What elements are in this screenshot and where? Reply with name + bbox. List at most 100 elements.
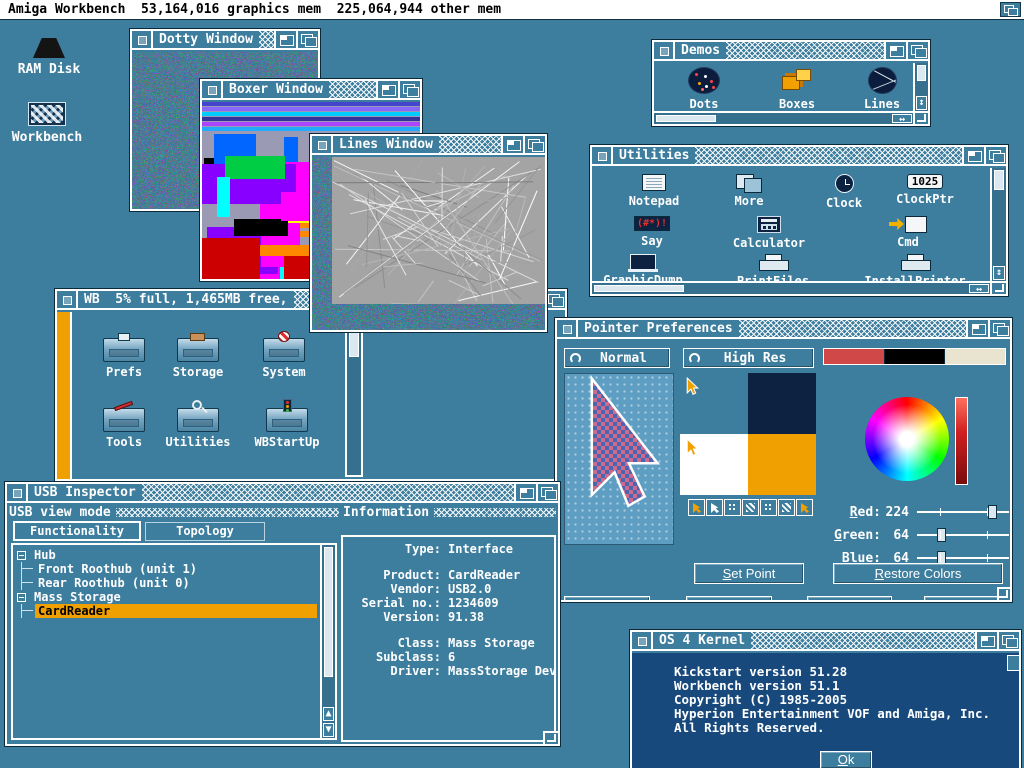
resize-gadget-icon[interactable] (913, 111, 928, 124)
ok-button[interactable]: Ok (820, 751, 872, 768)
vertical-scroll-arrows-icon[interactable]: ↕ (993, 266, 1005, 280)
left-scroll-fill-bar[interactable] (57, 312, 72, 479)
tree-item-front-roothub[interactable]: Front Roothub (unit 1) (13, 562, 335, 576)
close-gadget-icon[interactable] (202, 81, 223, 98)
iconify-gadget-icon[interactable] (1007, 655, 1019, 671)
scroll-up-arrow-icon[interactable]: ▲ (323, 707, 334, 721)
tree-item-hub[interactable]: Hub (13, 548, 335, 562)
color-wheel[interactable] (865, 397, 949, 481)
zoom-gadget-icon[interactable] (376, 81, 398, 98)
palette-red-swatch[interactable] (824, 349, 885, 364)
pointer-tool-button-2[interactable] (706, 499, 723, 516)
wb-icon-system[interactable]: System (245, 330, 323, 379)
zoom-gadget-icon[interactable] (884, 42, 906, 59)
red-slider-thumb[interactable] (988, 505, 997, 519)
palette-cream-swatch[interactable] (945, 349, 1005, 364)
titlebar-drag-area[interactable] (695, 147, 962, 164)
demos-icon-dots[interactable]: Dots (669, 67, 739, 111)
cancel-button[interactable]: Cancel (924, 596, 1008, 600)
depth-gadget-icon[interactable] (398, 81, 420, 98)
pointer-edit-canvas[interactable] (564, 373, 674, 545)
tab-high-res[interactable]: High Res (683, 348, 814, 368)
zoom-gadget-icon[interactable] (966, 320, 988, 337)
tree-item-cardreader[interactable]: CardReader (13, 604, 335, 618)
vertical-scrollbar[interactable]: ↕ (990, 168, 1006, 281)
palette-strip[interactable] (823, 348, 1006, 365)
titlebar-drag-area[interactable] (259, 31, 274, 48)
pointer-tool-button-5[interactable] (760, 499, 777, 516)
utilities-icon-clockptr[interactable]: 1025 ClockPtr (879, 174, 971, 206)
pointer-titlebar[interactable]: Pointer Preferences (557, 320, 1010, 339)
titlebar-drag-area[interactable] (726, 42, 884, 59)
vertical-scrollbar[interactable] (345, 326, 363, 477)
demos-icon-lines[interactable]: Lines (852, 67, 912, 111)
color-intensity-slider[interactable] (955, 397, 968, 485)
vertical-scroll-thumb[interactable] (349, 331, 359, 357)
close-gadget-icon[interactable] (7, 484, 28, 501)
tree-item-rear-roothub[interactable]: Rear Roothub (unit 0) (13, 576, 335, 590)
depth-gadget-icon[interactable] (997, 632, 1019, 649)
vertical-scroll-thumb[interactable] (324, 547, 333, 677)
titlebar-drag-area[interactable] (739, 320, 966, 337)
dotty-titlebar[interactable]: Dotty Window (132, 31, 318, 50)
close-gadget-icon[interactable] (592, 147, 613, 164)
utilities-icon-more[interactable]: More (704, 174, 794, 208)
palette-black-swatch[interactable] (885, 349, 946, 364)
depth-gadget-icon[interactable] (906, 42, 928, 59)
save-button[interactable]: Save (564, 596, 650, 600)
test-button[interactable]: Test (807, 596, 892, 600)
desktop-icon-ram-disk[interactable]: RAM Disk (6, 38, 92, 77)
resize-gadget-icon[interactable] (543, 731, 558, 744)
zoom-gadget-icon[interactable] (514, 484, 536, 501)
green-slider-thumb[interactable] (937, 528, 946, 542)
close-gadget-icon[interactable] (654, 42, 675, 59)
collapse-expander-icon[interactable] (17, 593, 26, 602)
horizontal-scroll-arrows-icon[interactable]: ↔ (969, 284, 989, 293)
zoom-gadget-icon[interactable] (962, 147, 984, 164)
utilities-titlebar[interactable]: Utilities (592, 147, 1006, 166)
utilities-icon-clock[interactable]: Clock (799, 174, 889, 210)
tab-normal[interactable]: Normal (564, 348, 670, 368)
depth-gadget-icon[interactable] (536, 484, 558, 501)
zoom-gadget-icon[interactable] (274, 31, 296, 48)
pointer-tool-button-4[interactable] (742, 499, 759, 516)
utilities-icon-cmd[interactable]: Cmd (863, 216, 953, 249)
close-gadget-icon[interactable] (57, 291, 78, 308)
wb-icon-tools[interactable]: Tools (85, 400, 163, 449)
vertical-scroll-thumb[interactable] (917, 65, 926, 81)
utilities-icon-say[interactable]: (#*)! Say (607, 216, 697, 248)
pointer-tool-button-3[interactable] (724, 499, 741, 516)
titlebar-drag-area[interactable] (329, 81, 376, 98)
scroll-down-arrow-icon[interactable]: ▼ (323, 723, 334, 737)
resize-gadget-icon[interactable] (997, 587, 1010, 600)
boxer-titlebar[interactable]: Boxer Window (202, 81, 420, 100)
tab-topology[interactable]: Topology (145, 522, 265, 541)
desktop-icon-workbench[interactable]: Workbench (4, 102, 90, 145)
pointer-tool-button-7[interactable] (796, 499, 813, 516)
vertical-scroll-arrows-icon[interactable]: ↕ (916, 96, 927, 110)
utilities-icon-notepad[interactable]: Notepad (609, 174, 699, 208)
depth-gadget-icon[interactable] (296, 31, 318, 48)
depth-gadget-icon[interactable] (984, 147, 1006, 164)
wb-icon-wbstartup[interactable]: WBStartUp (245, 400, 329, 449)
close-gadget-icon[interactable] (132, 31, 153, 48)
usb-titlebar[interactable]: USB Inspector (7, 484, 558, 503)
vertical-scroll-thumb[interactable] (994, 170, 1004, 190)
demos-icon-boxes[interactable]: Boxes (762, 67, 832, 111)
pointer-tool-button-6[interactable] (778, 499, 795, 516)
demos-titlebar[interactable]: Demos (654, 42, 928, 61)
horizontal-scrollbar[interactable]: ↔ (592, 281, 990, 294)
utilities-icon-calculator[interactable]: Calculator (724, 216, 814, 250)
screen-menubar[interactable]: Amiga Workbench 53,164,016 graphics mem … (0, 0, 1024, 20)
titlebar-drag-area[interactable] (751, 632, 975, 649)
horizontal-scrollbar[interactable]: ↔ (654, 111, 913, 124)
titlebar-drag-area[interactable] (142, 484, 514, 501)
horizontal-scroll-arrows-icon[interactable]: ↔ (892, 114, 912, 123)
restore-colors-button[interactable]: Restore Colors (833, 563, 1003, 584)
pointer-tool-button-1[interactable] (688, 499, 705, 516)
lines-titlebar[interactable]: Lines Window (312, 136, 545, 155)
vertical-scrollbar[interactable]: ↕ (913, 63, 928, 111)
horizontal-scroll-thumb[interactable] (594, 285, 684, 292)
close-gadget-icon[interactable] (312, 136, 333, 153)
tab-functionality[interactable]: Functionality (13, 521, 141, 541)
